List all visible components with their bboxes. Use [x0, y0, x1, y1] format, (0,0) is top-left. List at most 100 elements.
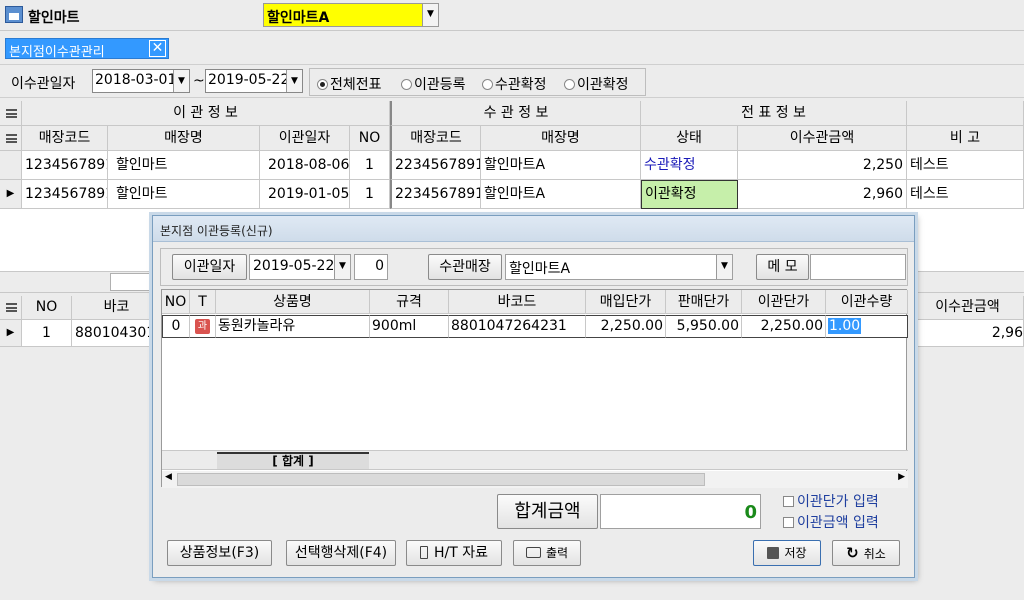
cell-amount[interactable]: 2,960 — [738, 180, 907, 209]
chevron-down-icon[interactable]: ▼ — [716, 255, 732, 279]
checkbox-icon — [783, 495, 794, 507]
print-label: 출력 — [545, 546, 569, 560]
col-no[interactable]: NO — [22, 296, 72, 320]
col-note[interactable]: 비 고 — [907, 126, 1024, 151]
cell-no[interactable]: 1 — [350, 180, 390, 209]
col-in-store-code[interactable]: 매장코드 — [390, 126, 481, 151]
check-transfer-price[interactable]: 이관단가 입력 — [783, 491, 879, 511]
cell-buy-price[interactable]: 2,250.00 — [586, 315, 666, 338]
cell-barcode[interactable]: 880104301 — [72, 320, 162, 347]
filter-bar: 이수관일자 2018-03-01 ▼ ~ 2019-05-22 ▼ 전체전표 이… — [0, 64, 1024, 98]
transfer-date-label: 이관일자 — [172, 254, 247, 280]
transfer-qty-selected: 1.00 — [828, 318, 862, 334]
col-no[interactable]: NO — [162, 290, 190, 314]
col-amount[interactable]: 이수관금액 — [912, 296, 1024, 320]
cell-in-store-code[interactable]: 2234567891 — [390, 151, 481, 180]
print-button[interactable]: 출력 — [513, 540, 581, 566]
store-select[interactable]: 할인마트A ▼ — [263, 3, 439, 27]
save-button[interactable]: 저장 — [753, 540, 821, 566]
row-indicator[interactable] — [0, 151, 22, 180]
dialog-titlebar[interactable]: 본지점 이관등록(신규) — [153, 216, 914, 242]
col-product-name[interactable]: 상품명 — [216, 290, 370, 314]
scroll-left-icon[interactable]: ◀ — [165, 472, 172, 482]
date-to-input[interactable]: 2019-05-22 ▼ — [205, 69, 303, 93]
fruit-badge-icon: 과 — [195, 319, 210, 334]
col-barcode[interactable]: 바코 — [72, 296, 162, 320]
receive-store-select[interactable]: 할인마트A ▼ — [505, 254, 733, 280]
row-indicator-current[interactable]: ▶ — [0, 180, 22, 209]
row-indicator-current[interactable]: ▶ — [0, 320, 22, 347]
cell-spec[interactable]: 900ml — [370, 315, 449, 338]
radio-all[interactable]: 전체전표 — [317, 74, 382, 94]
chevron-down-icon[interactable]: ▼ — [173, 70, 189, 92]
cell-sell-price[interactable]: 5,950.00 — [666, 315, 742, 338]
cell-transfer-date[interactable]: 2019-01-05 — [260, 180, 350, 209]
cell-status[interactable]: 수관확정 — [641, 151, 738, 180]
tab-branch-transfer[interactable]: 본지점이수관관리 ✕ — [5, 38, 169, 60]
cell-barcode[interactable]: 8801047264231 — [449, 315, 586, 338]
check-transfer-amount[interactable]: 이관금액 입력 — [783, 512, 879, 532]
transfer-date-input[interactable]: 2019-05-22 ▼ — [249, 254, 351, 280]
cell-store-name[interactable]: 할인마트 — [108, 151, 260, 180]
scrollbar-thumb[interactable] — [177, 473, 705, 486]
cell-type[interactable]: 과 — [190, 315, 216, 338]
delete-row-button[interactable]: 선택행삭제(F4) — [286, 540, 396, 566]
cell-in-store-name[interactable]: 할인마트A — [481, 180, 641, 209]
col-store-code[interactable]: 매장코드 — [22, 126, 108, 151]
memo-input[interactable] — [810, 254, 906, 280]
scroll-right-icon[interactable]: ▶ — [898, 472, 905, 482]
cell-in-store-code[interactable]: 2234567891 — [390, 180, 481, 209]
chevron-down-icon[interactable]: ▼ — [286, 70, 302, 92]
cell-product-name[interactable]: 동원카놀라유 — [216, 315, 370, 338]
col-transfer-date[interactable]: 이관일자 — [260, 126, 350, 151]
col-type[interactable]: T — [190, 290, 216, 314]
grid-menu[interactable] — [0, 296, 22, 320]
cell-transfer-date[interactable]: 2018-08-06 — [260, 151, 350, 180]
col-no[interactable]: NO — [350, 126, 390, 151]
dialog-title: 본지점 이관등록(신규) — [160, 224, 273, 238]
cell-store-code[interactable]: 1234567891 — [22, 151, 108, 180]
cell-amount[interactable]: 2,250 — [738, 151, 907, 180]
chevron-down-icon[interactable]: ▼ — [422, 4, 438, 26]
cell-in-store-name[interactable]: 할인마트A — [481, 151, 641, 180]
col-status[interactable]: 상태 — [641, 126, 738, 151]
ht-data-button[interactable]: H/T 자료 — [406, 540, 502, 566]
cell-no[interactable]: 1 — [350, 151, 390, 180]
radio-receive-confirm[interactable]: 수관확정 — [482, 74, 547, 94]
col-barcode[interactable]: 바코드 — [449, 290, 586, 314]
transfer-count-input[interactable]: 0 — [354, 254, 388, 280]
cell-note[interactable]: 테스트 — [907, 180, 1024, 209]
col-sell-price[interactable]: 판매단가 — [666, 290, 742, 314]
cell-status-selected[interactable]: 이관확정 — [641, 180, 738, 209]
col-spec[interactable]: 규격 — [370, 290, 449, 314]
col-transfer-price[interactable]: 이관단가 — [742, 290, 826, 314]
cancel-button[interactable]: ↻ 취소 — [832, 540, 900, 566]
floppy-disk-icon — [767, 547, 780, 559]
close-icon[interactable]: ✕ — [149, 40, 166, 57]
cell-store-name[interactable]: 할인마트 — [108, 180, 260, 209]
chevron-down-icon[interactable]: ▼ — [334, 255, 350, 279]
cell-transfer-qty[interactable]: 1.00 — [826, 315, 908, 338]
product-info-button[interactable]: 상품정보(F3) — [167, 540, 272, 566]
radio-transfer-register[interactable]: 이관등록 — [401, 74, 466, 94]
cell-transfer-price[interactable]: 2,250.00 — [742, 315, 826, 338]
cell-note[interactable]: 테스트 — [907, 151, 1024, 180]
cell-no[interactable]: 0 — [162, 315, 190, 338]
col-in-store-name[interactable]: 매장명 — [481, 126, 641, 151]
col-transfer-qty[interactable]: 이관수량 — [826, 290, 908, 314]
grid-menu[interactable] — [0, 101, 22, 126]
date-to-value: 2019-05-22 — [208, 72, 290, 88]
col-store-name[interactable]: 매장명 — [108, 126, 260, 151]
cell-no[interactable]: 1 — [22, 320, 72, 347]
date-separator: ~ — [193, 73, 205, 89]
cell-amount[interactable]: 2,96 — [912, 320, 1024, 347]
slip-type-radio-group: 전체전표 이관등록 수관확정 이관확정 — [309, 68, 646, 96]
col-amount[interactable]: 이수관금액 — [738, 126, 907, 151]
horizontal-scrollbar[interactable]: ◀ ▶ — [162, 471, 908, 488]
cell-store-code[interactable]: 1234567891 — [22, 180, 108, 209]
col-buy-price[interactable]: 매입단가 — [586, 290, 666, 314]
grid-menu[interactable] — [0, 126, 22, 151]
radio-transfer-confirm[interactable]: 이관확정 — [564, 74, 629, 94]
date-from-input[interactable]: 2018-03-01 ▼ — [92, 69, 190, 93]
date-from-value: 2018-03-01 — [95, 72, 177, 88]
